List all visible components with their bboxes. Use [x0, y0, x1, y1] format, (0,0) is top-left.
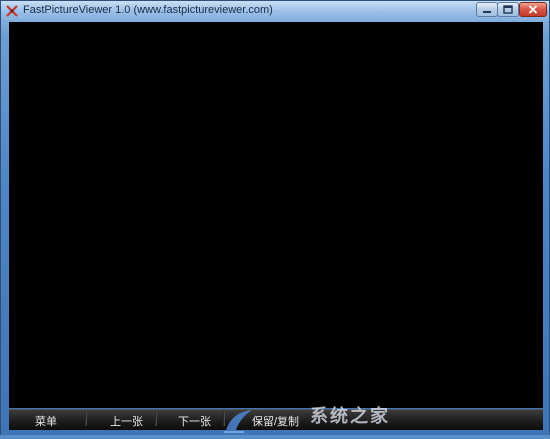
next-button[interactable]: 下一张	[178, 413, 211, 429]
bottom-toolbar: 菜单 上一张 下一张 保留/复制	[9, 409, 543, 430]
previous-button[interactable]: 上一张	[110, 413, 143, 429]
minimize-icon	[482, 1, 492, 19]
title-bar[interactable]: FastPictureViewer 1.0 (www.fastpicturevi…	[1, 1, 549, 20]
window-frame-bottom	[1, 430, 549, 435]
maximize-icon	[503, 1, 513, 19]
keep-copy-button[interactable]: 保留/复制	[252, 413, 299, 429]
toolbar-divider	[155, 412, 157, 426]
menu-button[interactable]: 菜单	[35, 413, 57, 429]
window-title: FastPictureViewer 1.0 (www.fastpicturevi…	[23, 4, 273, 16]
toolbar-divider	[223, 412, 225, 426]
app-window: FastPictureViewer 1.0 (www.fastpicturevi…	[0, 0, 550, 435]
maximize-button[interactable]	[497, 2, 519, 17]
toolbar-divider	[85, 412, 87, 426]
close-button[interactable]	[519, 2, 547, 17]
app-logo-icon	[6, 4, 18, 17]
minimize-button[interactable]	[476, 2, 498, 17]
close-icon	[528, 1, 538, 19]
image-viewport[interactable]	[9, 22, 543, 408]
